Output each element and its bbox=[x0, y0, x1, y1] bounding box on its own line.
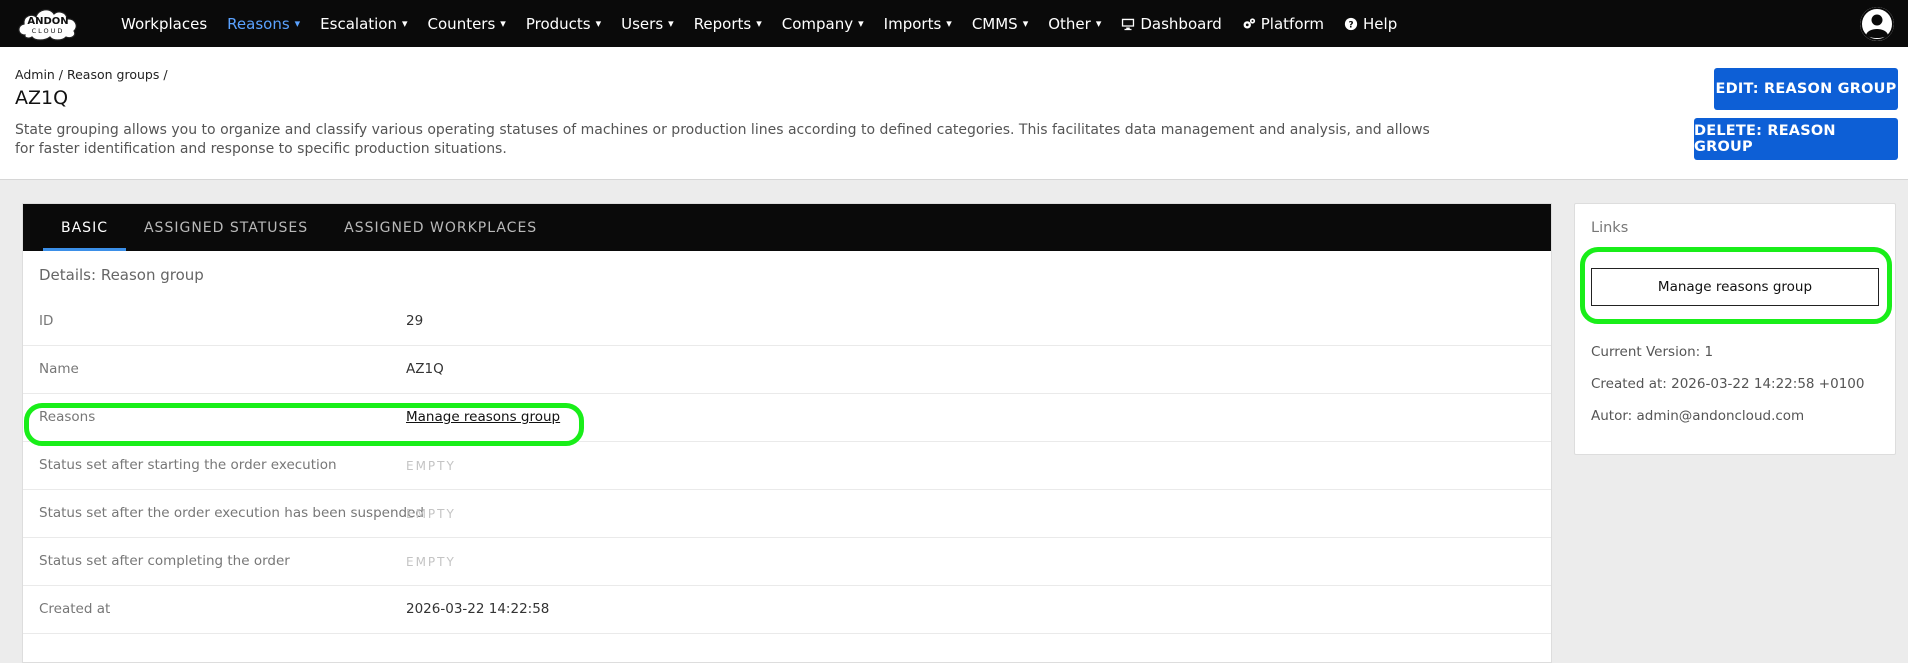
nav-label: Workplaces bbox=[121, 14, 208, 33]
detail-value: AZ1Q bbox=[406, 361, 444, 377]
detail-value: 2026-03-22 14:22:58 bbox=[406, 601, 550, 617]
nav-label: Counters bbox=[427, 14, 496, 33]
edit-reason-group-button[interactable]: EDIT: REASON GROUP bbox=[1714, 68, 1898, 110]
nav-label: Users bbox=[621, 14, 664, 33]
nav-cmms[interactable]: CMMS ▾ bbox=[962, 15, 1038, 33]
nav-users[interactable]: Users ▾ bbox=[611, 15, 684, 33]
nav-label: Other bbox=[1048, 14, 1091, 33]
nav-label: Escalation bbox=[320, 14, 397, 33]
nav-counters[interactable]: Counters ▾ bbox=[418, 15, 516, 33]
details-card: BASIC ASSIGNED STATUSES ASSIGNED WORKPLACE… bbox=[22, 203, 1552, 663]
nav-reports[interactable]: Reports ▾ bbox=[684, 15, 772, 33]
detail-row: Status set after completing the order EMP… bbox=[23, 538, 1551, 586]
caret-down-icon: ▾ bbox=[756, 17, 762, 30]
caret-down-icon: ▾ bbox=[1022, 17, 1029, 30]
nav-escalation[interactable]: Escalation ▾ bbox=[310, 15, 417, 33]
monitor-icon bbox=[1122, 18, 1135, 30]
detail-row: Created at 2026-03-22 14:22:58 bbox=[23, 586, 1551, 634]
nav-company[interactable]: Company ▾ bbox=[772, 15, 874, 33]
page-title: AZ1Q bbox=[15, 87, 69, 109]
created-at: Created at: 2026-03-22 14:22:58 +0100 bbox=[1591, 376, 1865, 392]
nav-reasons[interactable]: Reasons ▾ bbox=[217, 15, 310, 33]
nav-label: Company bbox=[781, 14, 854, 33]
nav-dashboard[interactable]: Dashboard bbox=[1111, 15, 1231, 33]
manage-reasons-group-button[interactable]: Manage reasons group bbox=[1591, 268, 1879, 306]
detail-value: EMPTY bbox=[406, 507, 456, 521]
nav-label: Imports bbox=[883, 14, 942, 33]
tab-basic[interactable]: BASIC bbox=[43, 204, 126, 251]
nav-help[interactable]: ? Help bbox=[1334, 15, 1407, 33]
nav-label: Reasons bbox=[227, 14, 290, 33]
tab-assigned-workplaces[interactable]: ASSIGNED WORKPLACES bbox=[326, 204, 555, 251]
nav-dashboard-label: Dashboard bbox=[1140, 14, 1222, 33]
nav-label: CMMS bbox=[971, 14, 1018, 33]
logo-text-top: ANDON bbox=[27, 16, 68, 27]
current-version: Current Version: 1 bbox=[1591, 344, 1714, 360]
detail-label: Created at bbox=[39, 601, 111, 617]
gears-icon bbox=[1243, 17, 1255, 29]
detail-label: Reasons bbox=[39, 409, 96, 425]
links-title: Links bbox=[1591, 220, 1629, 236]
delete-reason-group-button[interactable]: DELETE: REASON GROUP bbox=[1694, 118, 1898, 160]
breadcrumb[interactable]: Admin / Reason groups / bbox=[15, 67, 168, 82]
caret-down-icon: ▾ bbox=[858, 17, 864, 30]
detail-label: Name bbox=[39, 361, 79, 377]
nav-workplaces[interactable]: Workplaces bbox=[111, 15, 217, 33]
details-subtitle: Details: Reason group bbox=[39, 266, 204, 284]
nav-other[interactable]: Other ▾ bbox=[1038, 15, 1111, 33]
main-menu: Workplaces Reasons ▾ Escalation ▾ Counters ▾ Pr… bbox=[111, 0, 1407, 47]
tab-bar: BASIC ASSIGNED STATUSES ASSIGNED WORKPLACE… bbox=[23, 204, 1551, 251]
andon-cloud-logo[interactable]: ANDON CLOUD bbox=[15, 3, 82, 43]
nav-help-label: Help bbox=[1363, 14, 1398, 33]
detail-value: EMPTY bbox=[406, 459, 456, 473]
caret-down-icon: ▾ bbox=[294, 17, 301, 30]
detail-label: Status set after completing the order bbox=[39, 553, 290, 569]
detail-value: 29 bbox=[406, 313, 424, 329]
detail-row: Reasons Manage reasons group bbox=[23, 394, 1551, 442]
page-description: State grouping allows you to organize an… bbox=[15, 122, 1430, 157]
detail-row: Status set after starting the order exec… bbox=[23, 442, 1551, 490]
nav-platform[interactable]: Platform bbox=[1232, 15, 1334, 33]
question-circle-icon: ? bbox=[1344, 17, 1358, 30]
links-card: Links Manage reasons group Current Versi… bbox=[1574, 203, 1896, 455]
detail-label: Status set after starting the order exec… bbox=[39, 457, 337, 473]
detail-label: ID bbox=[39, 313, 54, 329]
caret-down-icon: ▾ bbox=[402, 17, 408, 30]
tab-assigned-statuses[interactable]: ASSIGNED STATUSES bbox=[126, 204, 326, 251]
caret-down-icon: ▾ bbox=[595, 17, 602, 30]
nav-imports[interactable]: Imports ▾ bbox=[874, 15, 962, 33]
logo-text-bottom: CLOUD bbox=[32, 27, 65, 35]
caret-down-icon: ▾ bbox=[668, 17, 674, 30]
manage-reasons-group-link[interactable]: Manage reasons group bbox=[406, 409, 560, 425]
nav-platform-label: Platform bbox=[1260, 14, 1325, 33]
detail-row: Status set after the order execution has… bbox=[23, 490, 1551, 538]
nav-label: Products bbox=[525, 14, 591, 33]
page-header: Admin / Reason groups / AZ1Q State group… bbox=[0, 47, 1908, 180]
detail-label: Status set after the order execution has… bbox=[39, 505, 424, 521]
detail-value: EMPTY bbox=[406, 555, 456, 569]
user-account-icon[interactable] bbox=[1860, 7, 1894, 41]
caret-down-icon: ▾ bbox=[946, 17, 952, 30]
nav-label: Reports bbox=[693, 14, 752, 33]
nav-products[interactable]: Products ▾ bbox=[516, 15, 611, 33]
caret-down-icon: ▾ bbox=[500, 17, 506, 30]
detail-row: ID 29 bbox=[23, 298, 1551, 346]
author: Autor: admin@andoncloud.com bbox=[1591, 408, 1805, 424]
detail-row: Name AZ1Q bbox=[23, 346, 1551, 394]
top-navbar: ANDON CLOUD Workplaces Reasons ▾ Escalation… bbox=[0, 0, 1908, 47]
caret-down-icon: ▾ bbox=[1095, 17, 1102, 30]
svg-text:?: ? bbox=[1348, 20, 1353, 30]
